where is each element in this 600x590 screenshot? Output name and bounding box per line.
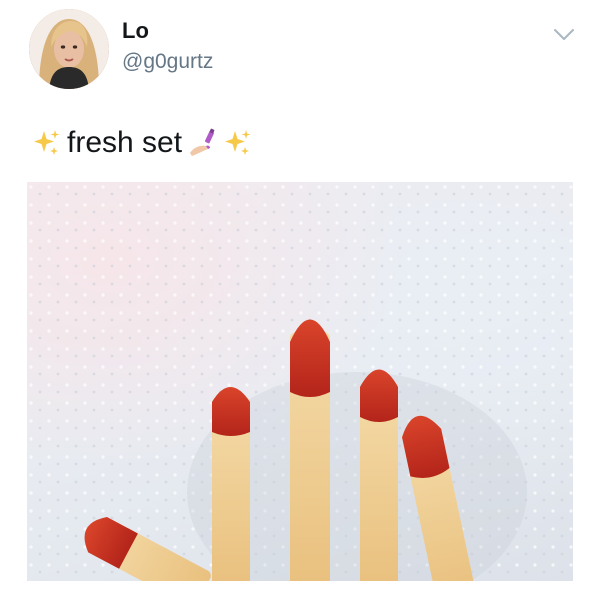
- avatar-image: [29, 9, 109, 89]
- tweet-card: Lo @g0gurtz fresh set: [0, 0, 600, 590]
- nail-polish-icon: [186, 127, 218, 159]
- sparkles-icon: [31, 127, 63, 159]
- chevron-down-icon[interactable]: [553, 28, 575, 42]
- tweet-text-body: fresh set: [67, 126, 183, 159]
- display-name[interactable]: Lo: [122, 18, 149, 44]
- tweet-photo[interactable]: [27, 182, 573, 581]
- sparkles-icon: [222, 127, 254, 159]
- avatar[interactable]: [29, 9, 109, 89]
- tweet-text: fresh set: [31, 124, 254, 162]
- user-handle[interactable]: @g0gurtz: [122, 50, 213, 74]
- fries-photo: [27, 182, 573, 581]
